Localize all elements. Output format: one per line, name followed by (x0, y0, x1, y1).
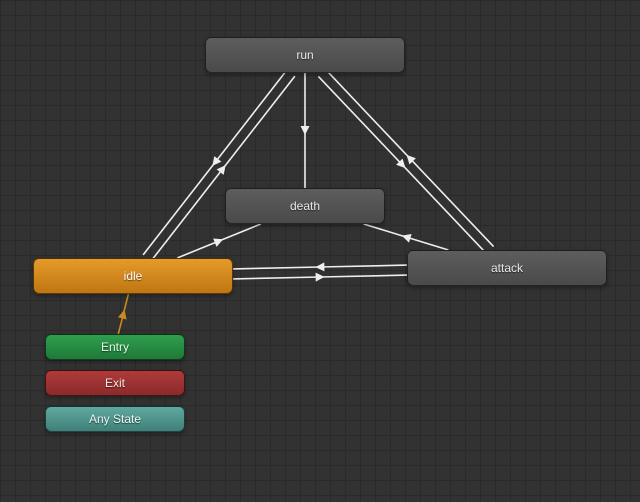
state-node-idle[interactable]: idle (33, 258, 233, 294)
node-label: Entry (101, 340, 129, 354)
node-label: Exit (105, 376, 125, 390)
node-label: run (296, 48, 313, 62)
any-state-node[interactable]: Any State (45, 406, 185, 432)
state-node-run[interactable]: run (205, 37, 405, 73)
node-label: idle (124, 269, 143, 283)
state-node-attack[interactable]: attack (407, 250, 607, 286)
animator-canvas[interactable]: run death idle attack Entry Exit Any Sta… (0, 0, 640, 502)
state-node-death[interactable]: death (225, 188, 385, 224)
node-label: death (290, 199, 320, 213)
node-label: Any State (89, 412, 141, 426)
exit-node[interactable]: Exit (45, 370, 185, 396)
node-label: attack (491, 261, 523, 275)
entry-node[interactable]: Entry (45, 334, 185, 360)
